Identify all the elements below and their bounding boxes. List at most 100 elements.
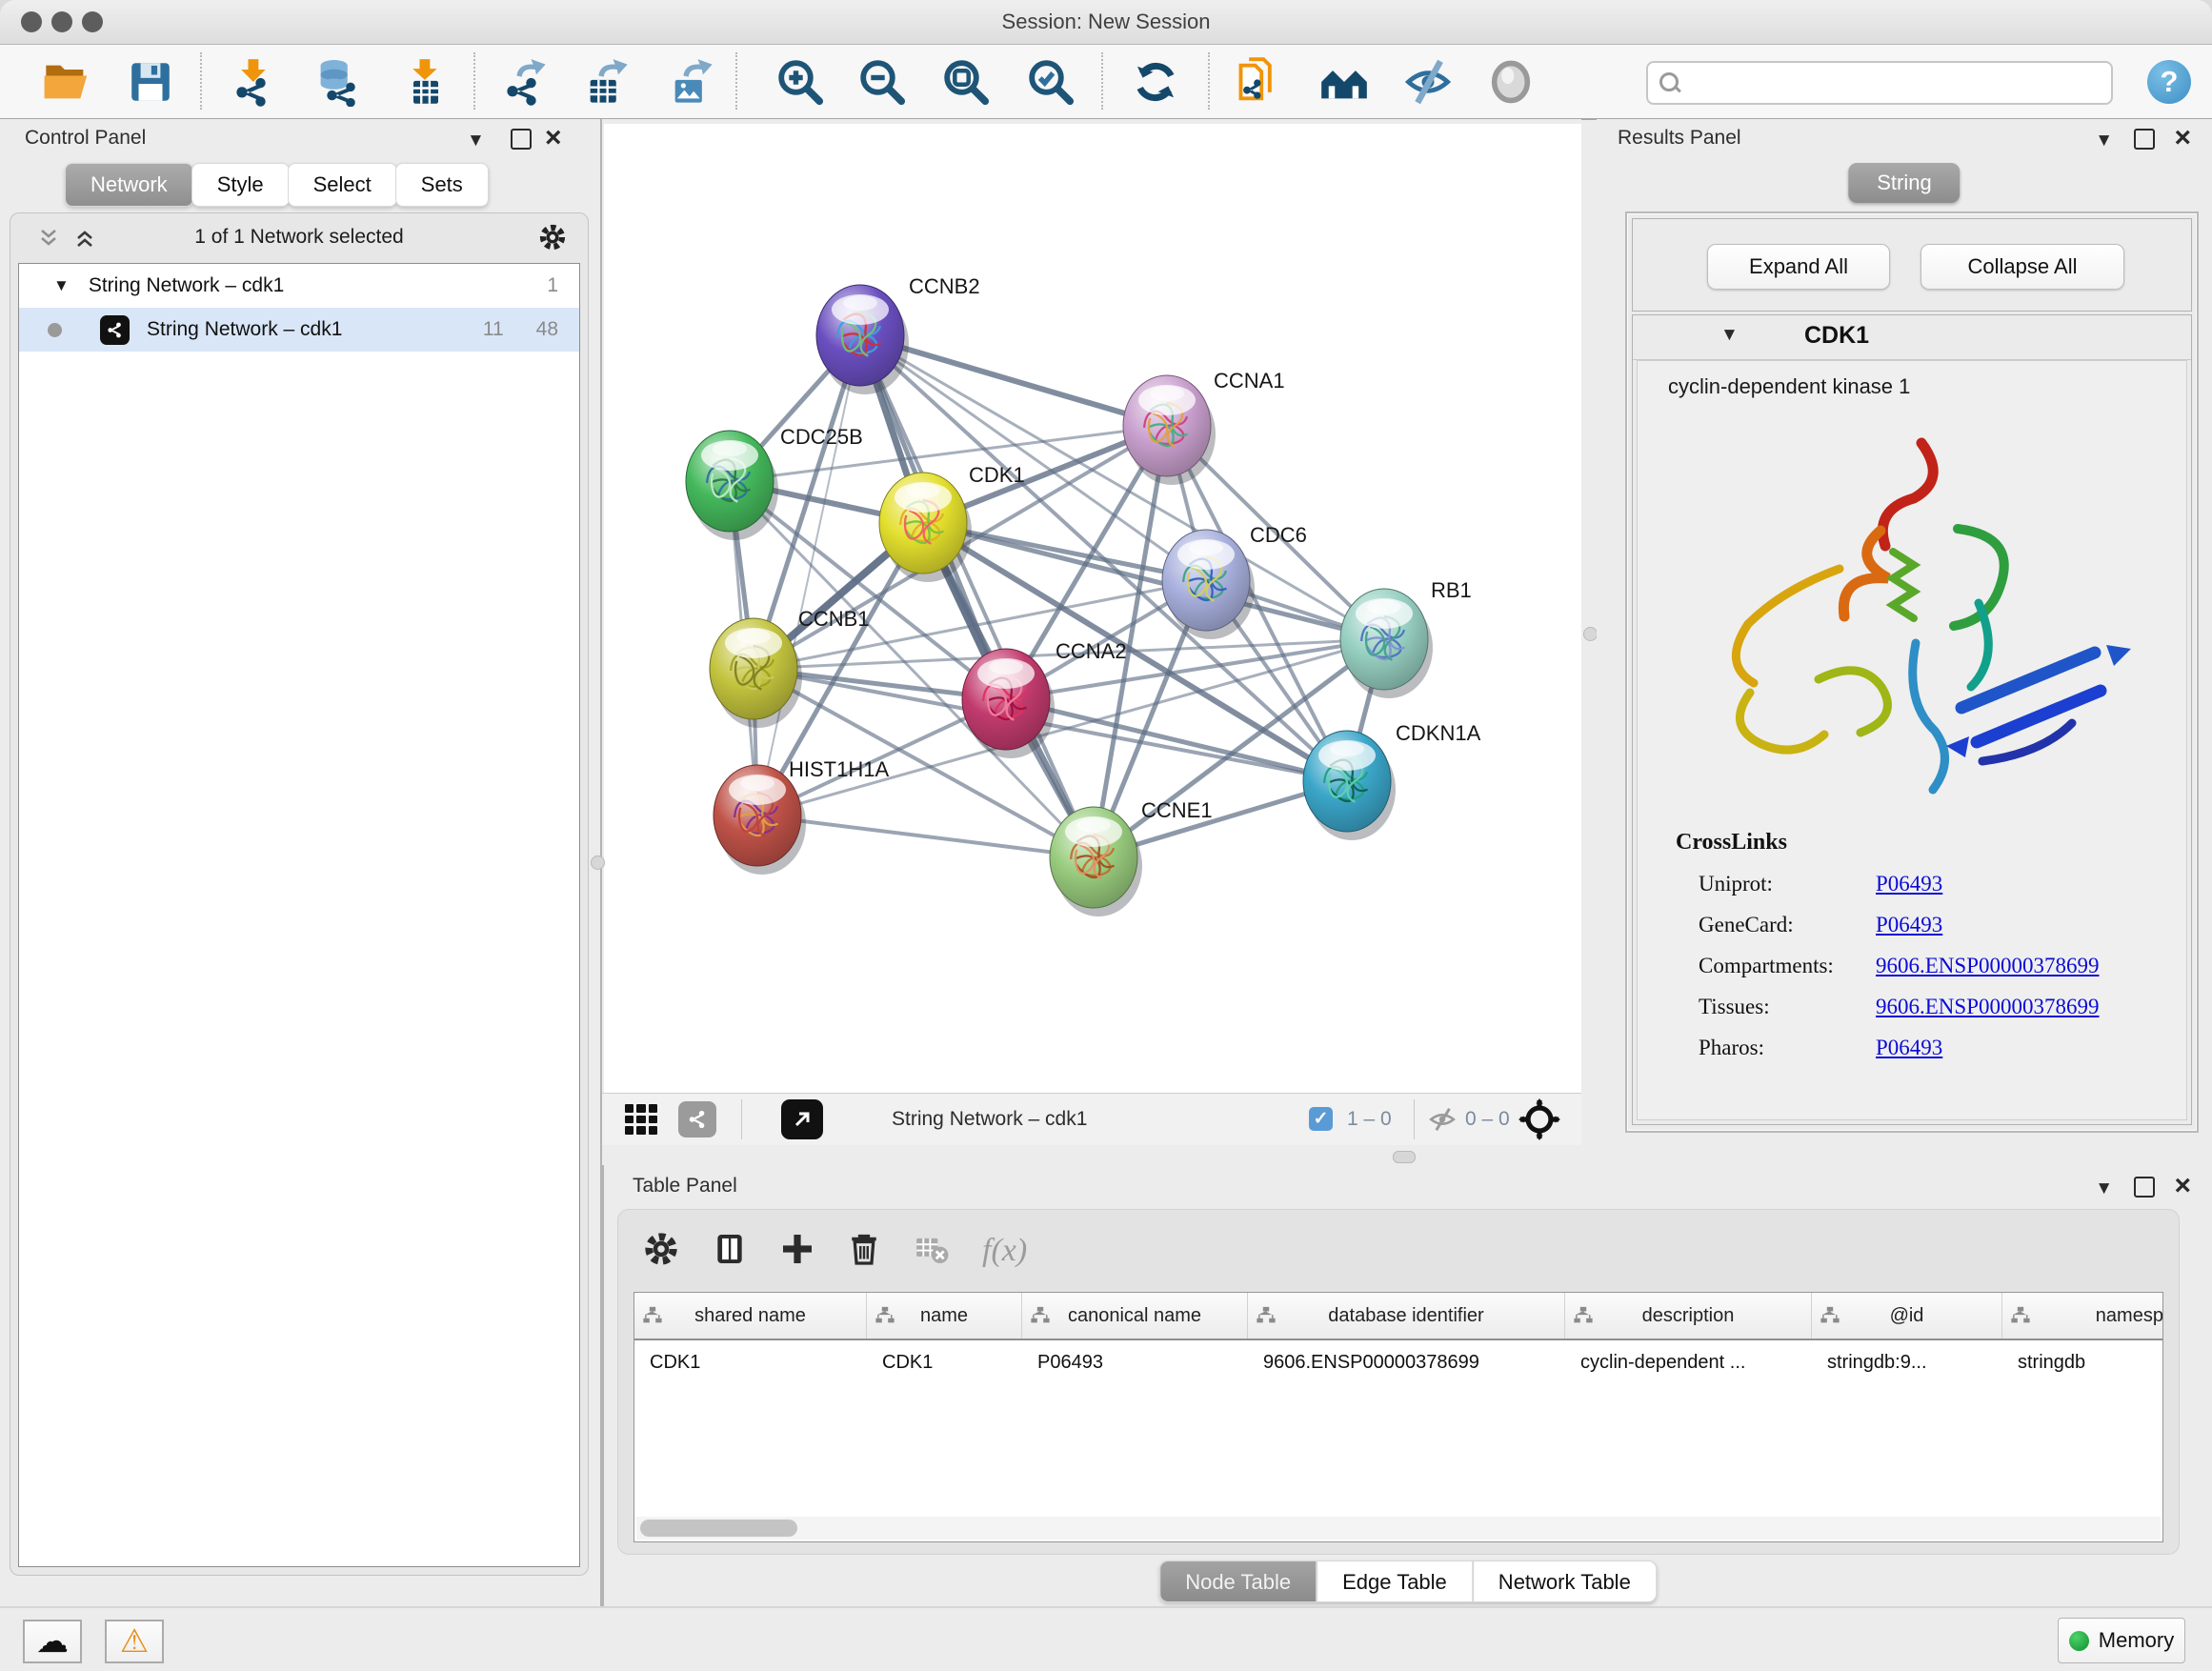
protein-section-header[interactable]: ▼ CDK1 bbox=[1633, 315, 2191, 360]
tab-string[interactable]: String bbox=[1848, 163, 1960, 203]
network-canvas[interactable]: CCNB2CCNA1CDC25BCDK1CDC6RB1CCNB1CCNA2CDK… bbox=[604, 124, 1581, 1094]
import-network-from-file-icon[interactable] bbox=[225, 52, 284, 111]
collapse-all-button[interactable]: Collapse All bbox=[1920, 244, 2124, 290]
search-field[interactable] bbox=[1646, 61, 2113, 105]
zoom-selected-icon[interactable] bbox=[1021, 52, 1080, 111]
scrollbar-thumb[interactable] bbox=[640, 1520, 797, 1537]
tab-node-table[interactable]: Node Table bbox=[1159, 1560, 1317, 1602]
search-input[interactable] bbox=[1686, 65, 2105, 101]
fit-selected-crosshair-icon[interactable] bbox=[1518, 1098, 1560, 1145]
pharos-link[interactable]: P06493 bbox=[1876, 1036, 1942, 1060]
export-image-icon[interactable] bbox=[662, 52, 721, 111]
network-edge[interactable] bbox=[757, 815, 1094, 857]
show-all-icon[interactable] bbox=[1481, 52, 1540, 111]
open-session-icon[interactable] bbox=[37, 52, 96, 111]
memory-button[interactable]: Memory bbox=[2058, 1618, 2185, 1663]
network-node-cdc25b[interactable] bbox=[686, 431, 778, 540]
network-collection-row[interactable]: ▼ String Network – cdk1 1 bbox=[19, 264, 579, 308]
delete-table-icon[interactable] bbox=[914, 1231, 950, 1272]
network-edge[interactable] bbox=[757, 335, 860, 815]
zoom-fit-icon[interactable] bbox=[936, 52, 995, 111]
cloud-status-button[interactable]: ☁ bbox=[23, 1620, 82, 1663]
network-node-cdk1[interactable] bbox=[879, 473, 972, 582]
network-node-ccna1[interactable] bbox=[1123, 375, 1216, 485]
tissues-link[interactable]: 9606.ENSP00000378699 bbox=[1876, 995, 2100, 1019]
network-node-ccna2[interactable] bbox=[962, 649, 1055, 758]
network-row[interactable]: String Network – cdk1 11 48 bbox=[19, 308, 579, 352]
hide-selected-icon[interactable] bbox=[1398, 52, 1458, 111]
right-splitter-handle[interactable] bbox=[1583, 627, 1598, 641]
horizontal-splitter-handle[interactable] bbox=[1393, 1151, 1416, 1163]
maximize-window-button[interactable] bbox=[82, 11, 103, 32]
column-header-description[interactable]: description bbox=[1565, 1293, 1812, 1339]
refresh-icon[interactable] bbox=[1126, 52, 1185, 111]
column-header-namespace[interactable]: namespace bbox=[2002, 1293, 2163, 1339]
delete-column-trash-icon[interactable] bbox=[847, 1232, 881, 1271]
uniprot-link[interactable]: P06493 bbox=[1876, 872, 1942, 896]
horizontal-scrollbar[interactable] bbox=[636, 1517, 2161, 1540]
control-panel-float-icon[interactable] bbox=[511, 129, 532, 150]
close-window-button[interactable] bbox=[21, 11, 42, 32]
export-network-icon[interactable] bbox=[495, 52, 554, 111]
left-splitter-handle[interactable] bbox=[591, 856, 605, 870]
control-panel-close-icon[interactable]: × bbox=[545, 127, 562, 150]
results-panel-close-icon[interactable]: × bbox=[2174, 127, 2191, 150]
results-panel-menu-icon[interactable]: ▼ bbox=[2095, 127, 2113, 155]
export-table-icon[interactable] bbox=[577, 52, 636, 111]
zoom-out-icon[interactable] bbox=[853, 52, 912, 111]
column-header-name[interactable]: name bbox=[867, 1293, 1022, 1339]
open-in-new-window-icon[interactable] bbox=[781, 1099, 823, 1139]
network-graph[interactable]: CCNB2CCNA1CDC25BCDK1CDC6RB1CCNB1CCNA2CDK… bbox=[604, 124, 1581, 1094]
hidden-eye-icon[interactable] bbox=[1427, 1105, 1458, 1138]
cell-namespace[interactable]: stringdb bbox=[2002, 1340, 2163, 1384]
compartments-link[interactable]: 9606.ENSP00000378699 bbox=[1876, 954, 2100, 978]
table-options-gear-icon[interactable] bbox=[643, 1231, 679, 1272]
birds-eye-grid-icon[interactable] bbox=[625, 1104, 657, 1135]
cell-description[interactable]: cyclin-dependent ... bbox=[1565, 1340, 1812, 1384]
new-network-from-selection-icon[interactable] bbox=[1230, 52, 1289, 111]
cell-database-identifier[interactable]: 9606.ENSP00000378699 bbox=[1248, 1340, 1565, 1384]
column-header-canonical-name[interactable]: canonical name bbox=[1022, 1293, 1248, 1339]
results-panel-float-icon[interactable] bbox=[2134, 129, 2155, 150]
column-header-database-identifier[interactable]: database identifier bbox=[1248, 1293, 1565, 1339]
save-session-icon[interactable] bbox=[121, 52, 180, 111]
expand-all-button[interactable]: Expand All bbox=[1707, 244, 1890, 290]
collection-expand-icon[interactable]: ▼ bbox=[53, 276, 70, 295]
function-builder-icon[interactable]: f(x) bbox=[982, 1233, 1027, 1269]
import-network-from-database-icon[interactable] bbox=[309, 52, 368, 111]
control-panel-menu-icon[interactable]: ▼ bbox=[467, 127, 485, 155]
table-panel-close-icon[interactable]: × bbox=[2174, 1175, 2191, 1198]
help-icon[interactable]: ? bbox=[2147, 60, 2191, 104]
network-node-rb1[interactable] bbox=[1340, 589, 1433, 698]
column-header-id[interactable]: @id bbox=[1812, 1293, 2002, 1339]
tab-network-table[interactable]: Network Table bbox=[1473, 1560, 1657, 1602]
tab-style[interactable]: Style bbox=[191, 163, 290, 207]
network-options-gear-icon[interactable] bbox=[538, 223, 567, 256]
minimize-window-button[interactable] bbox=[51, 11, 72, 32]
cell-shared-name[interactable]: CDK1 bbox=[634, 1340, 867, 1384]
network-node-ccnb2[interactable] bbox=[816, 285, 909, 394]
tab-select[interactable]: Select bbox=[288, 163, 397, 207]
cell-id[interactable]: stringdb:9... bbox=[1812, 1340, 2002, 1384]
network-share-toggle-icon[interactable] bbox=[678, 1101, 716, 1137]
tab-sets[interactable]: Sets bbox=[395, 163, 489, 207]
zoom-in-icon[interactable] bbox=[771, 52, 830, 111]
cell-canonical-name[interactable]: P06493 bbox=[1022, 1340, 1248, 1384]
warnings-button[interactable]: ⚠ bbox=[105, 1620, 164, 1663]
network-edge[interactable] bbox=[860, 335, 1094, 857]
selected-nodes-checkbox-icon[interactable]: ✓ bbox=[1309, 1107, 1333, 1131]
collapse-section-icon[interactable]: ▼ bbox=[1720, 325, 1739, 346]
tab-edge-table[interactable]: Edge Table bbox=[1317, 1560, 1473, 1602]
create-column-icon[interactable] bbox=[780, 1232, 814, 1271]
tab-network[interactable]: Network bbox=[65, 163, 193, 207]
network-node-cdkn1a[interactable] bbox=[1303, 731, 1396, 840]
table-panel-menu-icon[interactable]: ▼ bbox=[2095, 1175, 2113, 1203]
table-panel-float-icon[interactable] bbox=[2134, 1177, 2155, 1198]
genecard-link[interactable]: P06493 bbox=[1876, 913, 1942, 937]
show-columns-icon[interactable] bbox=[712, 1231, 748, 1272]
cell-name[interactable]: CDK1 bbox=[867, 1340, 1022, 1384]
table-row[interactable]: CDK1 CDK1 P06493 9606.ENSP00000378699 cy… bbox=[634, 1340, 2162, 1384]
column-header-shared-name[interactable]: shared name bbox=[634, 1293, 867, 1339]
first-neighbors-icon[interactable] bbox=[1315, 52, 1374, 111]
network-node-hist1h1a[interactable] bbox=[714, 765, 806, 875]
